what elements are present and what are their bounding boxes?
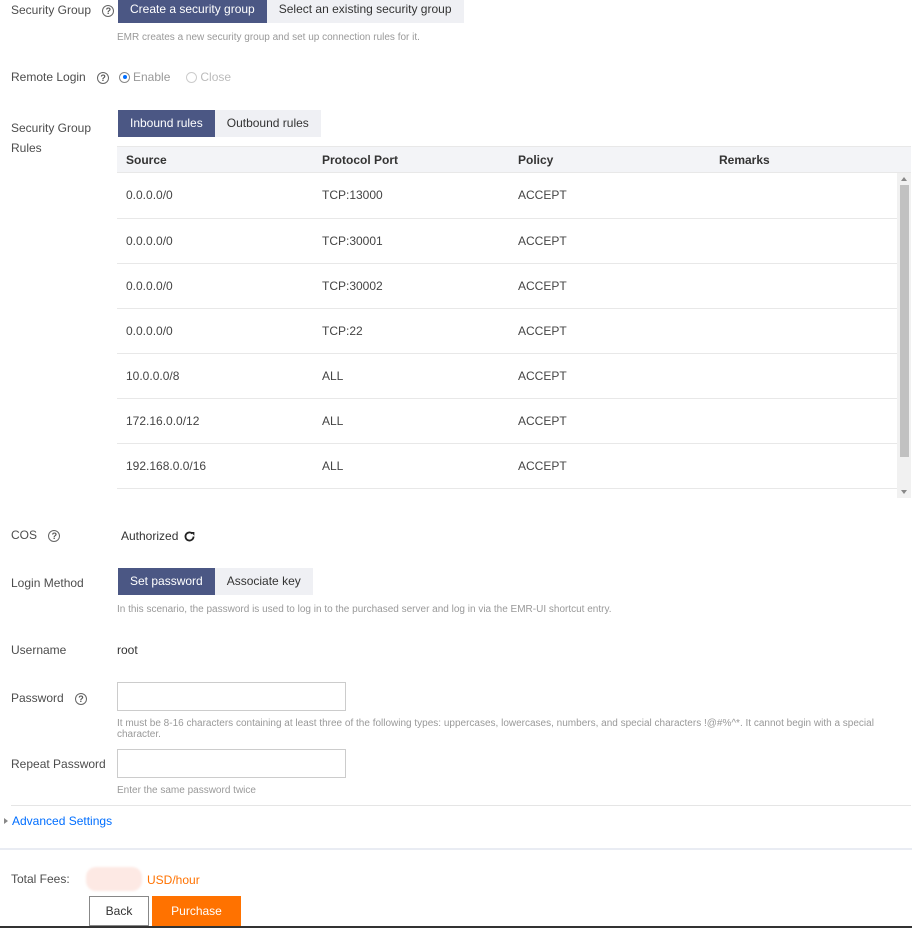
cell-policy: ACCEPT	[511, 218, 710, 264]
login-method-label: Login Method	[11, 576, 84, 590]
repeat-password-input[interactable]	[117, 749, 346, 778]
advanced-settings-toggle[interactable]: Advanced Settings	[4, 814, 112, 828]
cell-protocol-port: TCP:13000	[314, 173, 511, 219]
cell-remarks	[710, 263, 897, 309]
password-input[interactable]	[117, 682, 346, 711]
cos-status: Authorized	[121, 529, 196, 543]
cell-protocol-port: ALL	[314, 398, 511, 444]
tab-set-password[interactable]: Set password	[118, 568, 215, 595]
cell-protocol-port: TCP:30002	[314, 263, 511, 309]
table-scrollbar[interactable]	[897, 173, 911, 498]
column-header-remarks: Remarks	[710, 146, 911, 173]
username-value: root	[117, 643, 138, 657]
username-label: Username	[11, 643, 67, 657]
help-icon[interactable]: ?	[97, 72, 110, 84]
scroll-down-icon[interactable]	[901, 490, 907, 494]
cos-label: COS ?	[11, 528, 61, 542]
back-button[interactable]: Back	[89, 896, 149, 926]
login-method-tabs: Set password Associate key	[118, 568, 313, 595]
cell-source: 172.16.0.0/12	[117, 398, 314, 444]
cell-source: 10.0.0.0/8	[117, 353, 314, 399]
tab-create-security-group[interactable]: Create a security group	[118, 0, 267, 23]
cell-source: 0.0.0.0/0	[117, 263, 314, 309]
cell-policy: ACCEPT	[511, 443, 710, 489]
column-header-protocol-port: Protocol Port	[314, 146, 511, 173]
table-row: 172.16.0.0/12 ALL ACCEPT	[117, 398, 897, 444]
security-group-rules-label: Security Group Rules	[11, 121, 92, 155]
rules-table-body[interactable]: 0.0.0.0/0 TCP:13000 ACCEPT 0.0.0.0/0 TCP:300…	[117, 173, 911, 498]
security-group-label: Security Group ?	[11, 3, 115, 17]
divider	[11, 805, 911, 806]
table-row: 10.0.0.0/8 ALL ACCEPT	[117, 353, 897, 399]
cell-protocol-port: ALL	[314, 443, 511, 489]
cell-source: 0.0.0.0/0	[117, 173, 314, 219]
radio-close[interactable]: Close	[186, 70, 231, 84]
table-row: 0.0.0.0/0 TCP:22 ACCEPT	[117, 308, 897, 354]
cell-source: 0.0.0.0/0	[117, 218, 314, 264]
fee-amount-redacted	[86, 867, 142, 891]
cell-policy: ACCEPT	[511, 398, 710, 444]
remote-login-options: Enable Close	[119, 70, 247, 84]
cell-remarks	[710, 173, 897, 219]
column-header-policy: Policy	[511, 146, 710, 173]
cell-source: 192.168.0.0/16	[117, 443, 314, 489]
help-icon[interactable]: ?	[48, 530, 61, 542]
scrollbar-thumb[interactable]	[900, 185, 909, 457]
tab-associate-key[interactable]: Associate key	[214, 568, 313, 595]
tab-select-existing-security-group[interactable]: Select an existing security group	[266, 0, 464, 23]
rules-tabs: Inbound rules Outbound rules	[118, 110, 321, 137]
radio-dot-icon	[119, 71, 130, 83]
cell-policy: ACCEPT	[511, 308, 710, 354]
repeat-password-label: Repeat Password	[11, 757, 106, 771]
radio-enable[interactable]: Enable	[119, 70, 170, 84]
cell-remarks	[710, 218, 897, 264]
remote-login-label: Remote Login ?	[11, 70, 110, 84]
password-label: Password ?	[11, 691, 88, 705]
table-row: 0.0.0.0/0 TCP:13000 ACCEPT	[117, 173, 897, 219]
cell-remarks	[710, 353, 897, 399]
cell-policy: ACCEPT	[511, 263, 710, 309]
table-row: 0.0.0.0/0 TCP:30002 ACCEPT	[117, 263, 897, 309]
tab-outbound-rules[interactable]: Outbound rules	[214, 110, 321, 137]
cell-policy: ACCEPT	[511, 173, 710, 219]
repeat-password-hint: Enter the same password twice	[117, 785, 256, 796]
help-icon[interactable]: ?	[75, 693, 88, 705]
login-method-hint: In this scenario, the password is used t…	[117, 604, 612, 615]
cell-remarks	[710, 443, 897, 489]
fee-unit: USD/hour	[147, 873, 200, 887]
password-hint: It must be 8-16 characters containing at…	[117, 718, 874, 740]
table-row: 0.0.0.0/0 TCP:30001 ACCEPT	[117, 218, 897, 264]
cell-protocol-port: ALL	[314, 353, 511, 399]
security-group-hint: EMR creates a new security group and set…	[117, 32, 420, 43]
rules-table-header: Source Protocol Port Policy Remarks	[117, 146, 911, 173]
tab-inbound-rules[interactable]: Inbound rules	[118, 110, 215, 137]
total-fees-label: Total Fees:	[11, 872, 70, 886]
cell-remarks	[710, 398, 897, 444]
help-icon[interactable]: ?	[102, 5, 115, 17]
cell-protocol-port: TCP:22	[314, 308, 511, 354]
purchase-button[interactable]: Purchase	[152, 896, 241, 926]
caret-right-icon	[4, 818, 8, 824]
refresh-icon[interactable]	[183, 530, 196, 543]
cell-remarks	[710, 308, 897, 354]
cell-protocol-port: TCP:30001	[314, 218, 511, 264]
security-group-tabs: Create a security group Select an existi…	[118, 0, 464, 23]
column-header-source: Source	[117, 146, 314, 173]
table-row: 192.168.0.0/16 ALL ACCEPT	[117, 443, 897, 489]
radio-dot-icon	[186, 71, 198, 83]
cell-policy: ACCEPT	[511, 353, 710, 399]
scroll-up-icon[interactable]	[901, 177, 907, 181]
cell-source: 0.0.0.0/0	[117, 308, 314, 354]
